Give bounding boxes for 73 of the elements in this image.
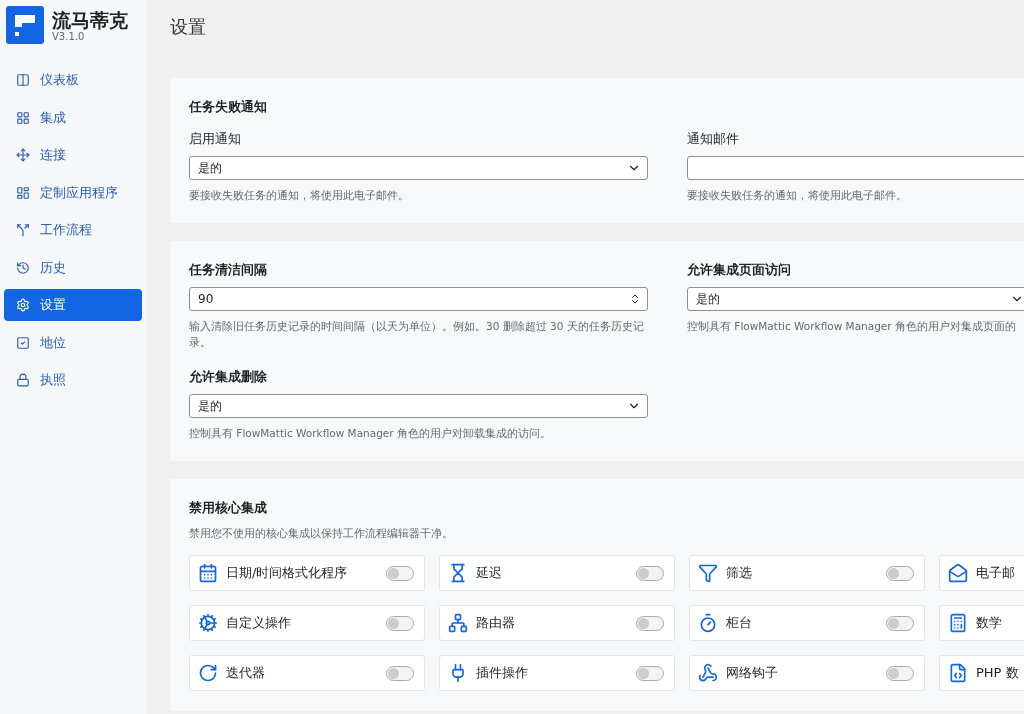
webhook-icon: [698, 663, 718, 683]
field-label: 通知邮件: [687, 130, 740, 148]
sidebar-item[interactable]: 集成: [4, 101, 142, 134]
help-text: 要接收失败任务的通知，将使用此电子邮件。: [687, 188, 908, 203]
brand-name: 流马蒂克: [52, 8, 128, 31]
spinner-icon: [629, 293, 641, 305]
move-icon: [16, 148, 30, 162]
integration-label: 日期/时间格式化程序: [226, 564, 349, 582]
dashboard-icon: [16, 73, 30, 87]
hourglass-icon: [448, 563, 468, 583]
toggle-switch[interactable]: [386, 565, 414, 581]
integration-label: 柜台: [726, 614, 753, 632]
field-label: 允许集成页面访问: [687, 261, 792, 279]
email-field[interactable]: [687, 156, 1024, 180]
fork-icon: [16, 223, 30, 237]
card-description: 禁用您不使用的核心集成以保持工作流程编辑器干净。: [189, 527, 454, 541]
toggle-switch[interactable]: [386, 665, 414, 681]
field-label: 启用通知: [189, 130, 242, 148]
history-icon: [16, 260, 30, 275]
number-field[interactable]: 90: [189, 287, 648, 311]
sidebar-item[interactable]: 定制应用程序: [4, 176, 142, 209]
toggle-switch[interactable]: [386, 615, 414, 631]
toggle-switch[interactable]: [636, 615, 664, 631]
sidebar-item[interactable]: 设置: [4, 289, 142, 321]
card-title: 任务失败通知: [189, 98, 268, 116]
integration-label: 筛选: [726, 564, 753, 582]
sidebar-item[interactable]: 历史: [4, 251, 142, 284]
network-icon: [448, 613, 468, 633]
toggle-switch[interactable]: [886, 615, 914, 631]
page-title: 设置: [170, 15, 207, 39]
mail-icon: [948, 563, 968, 583]
select-field[interactable]: 是的: [189, 156, 648, 180]
help-text: 要接收失败任务的通知，将使用此电子邮件。: [189, 188, 410, 203]
version-text: V3.1.0: [52, 30, 86, 42]
integration-label: 数学: [976, 614, 1003, 632]
help-text: 控制具有 FlowMattic Workflow Manager 角色的用户对集成页面的: [687, 319, 1017, 334]
sidebar-item[interactable]: 执照: [4, 364, 142, 396]
toggle-switch[interactable]: [886, 565, 914, 581]
toggle-switch[interactable]: [636, 665, 664, 681]
field-label: 任务清洁间隔: [189, 261, 268, 279]
file-code-icon: [948, 663, 968, 683]
grid-icon: [16, 110, 30, 125]
logo-icon: [6, 6, 44, 44]
settings-icon: [16, 298, 30, 312]
sidebar-item[interactable]: 仪表板: [4, 64, 142, 96]
help-text: 输入清除旧任务历史记录的时间间隔（以天为单位）。例如。30 删除超过 30 天的任务历史记录。: [189, 319, 645, 350]
filter-icon: [698, 563, 718, 583]
select-field[interactable]: 是的: [687, 287, 1024, 311]
sidebar-item[interactable]: 连接: [4, 139, 142, 171]
gear-icon: [198, 613, 218, 633]
rotate-icon: [198, 663, 218, 683]
integration-label: 迭代器: [226, 664, 266, 682]
integration-label: 电子邮: [976, 564, 1016, 582]
integration-label: PHP 数: [976, 664, 1020, 682]
integration-label: 网络钩子: [726, 664, 779, 682]
toggle-switch[interactable]: [636, 565, 664, 581]
timer-icon: [698, 613, 718, 633]
integration-label: 自定义操作: [226, 614, 292, 632]
lock-icon: [16, 373, 30, 387]
calculator-icon: [948, 613, 968, 633]
calendar-icon: [198, 563, 218, 583]
checkbox-icon: [16, 335, 30, 350]
integration-label: 延迟: [476, 564, 503, 582]
sidebar-item[interactable]: 工作流程: [4, 214, 142, 246]
sidebar-item[interactable]: 地位: [4, 326, 142, 359]
select-field[interactable]: 是的: [189, 394, 648, 418]
field-label: 允许集成删除: [189, 368, 268, 386]
toggle-switch[interactable]: [886, 665, 914, 681]
integration-label: 路由器: [476, 614, 516, 632]
card-title: 禁用核心集成: [189, 499, 268, 517]
grid-plus-icon: [16, 185, 30, 200]
integration-label: 插件操作: [476, 664, 529, 682]
help-text: 控制具有 FlowMattic Workflow Manager 角色的用户对卸载集成的访问。: [189, 426, 552, 441]
